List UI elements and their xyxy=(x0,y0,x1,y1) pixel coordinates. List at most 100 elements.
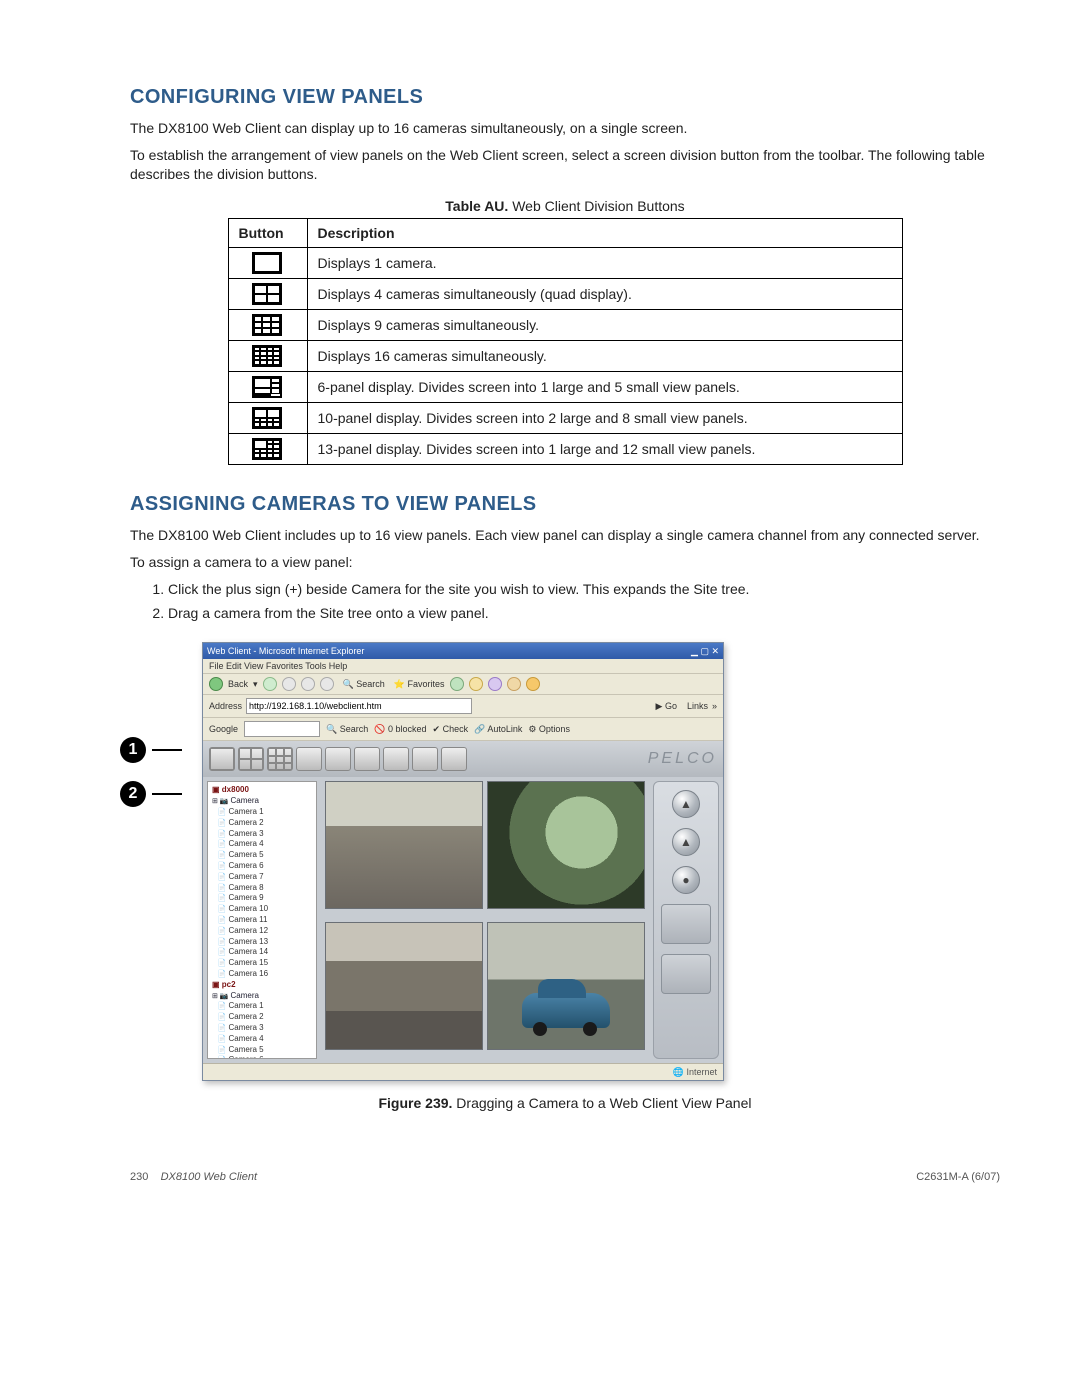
desc-cell: 6-panel display. Divides screen into 1 l… xyxy=(307,371,902,402)
tree-camera-item[interactable]: Camera 1 xyxy=(212,807,312,818)
tree-camera-item[interactable]: Camera 6 xyxy=(212,861,312,872)
desc-cell: Displays 16 cameras simultaneously. xyxy=(307,340,902,371)
google-input[interactable] xyxy=(244,721,320,737)
view-panel[interactable] xyxy=(487,922,645,1050)
tree-server[interactable]: ▣ dx8000 xyxy=(212,785,312,796)
footer-doc-id: C2631M-A (6/07) xyxy=(916,1171,1000,1183)
table-row: 6-panel display. Divides screen into 1 l… xyxy=(228,371,902,402)
view-btn-1[interactable] xyxy=(209,747,235,771)
tool-icon xyxy=(526,677,540,691)
pelco-logo: PELCO xyxy=(648,750,717,768)
ie-titlebar: Web Client - Microsoft Internet Explorer… xyxy=(203,643,723,659)
table-row: 13-panel display. Divides screen into 1 … xyxy=(228,433,902,464)
table-caption: Table AU. Web Client Division Buttons xyxy=(130,198,1000,214)
search-label: 🔍 Search xyxy=(343,679,385,690)
tree-camera-item[interactable]: Camera 4 xyxy=(212,839,312,850)
ptz-keypad[interactable] xyxy=(661,904,711,944)
view-panel[interactable] xyxy=(325,922,483,1050)
tree-camera-root[interactable]: Camera xyxy=(212,796,312,807)
gcheck-label: ✔ Check xyxy=(433,724,469,735)
ptz-control-panel: ▲ ▲ ● xyxy=(653,781,719,1059)
callout-line xyxy=(152,793,182,795)
callout-1: 1 xyxy=(120,737,182,763)
tree-camera-item[interactable]: Camera 5 xyxy=(212,850,312,861)
gblocked-label: 🚫 0 blocked xyxy=(374,724,426,735)
arrow-icon: ▾ xyxy=(253,679,258,690)
button-icon-13panel xyxy=(228,433,307,464)
button-icon-10panel xyxy=(228,402,307,433)
tree-camera-item[interactable]: Camera 4 xyxy=(212,1034,312,1045)
ie-addressbar: Address ▶ Go Links » xyxy=(203,694,723,717)
tree-camera-item[interactable]: Camera 12 xyxy=(212,926,312,937)
page-footer: 230 DX8100 Web Client C2631M-A (6/07) xyxy=(130,1171,1000,1183)
tree-camera-item[interactable]: Camera 15 xyxy=(212,958,312,969)
view-btn-16[interactable] xyxy=(296,747,322,771)
webclient-toolbar: PELCO xyxy=(203,741,723,777)
ie-statusbar: 🌐 Internet xyxy=(203,1063,723,1080)
view-btn-13[interactable] xyxy=(383,747,409,771)
desc-cell: Displays 1 camera. xyxy=(307,247,902,278)
ptz-knob[interactable]: ▲ xyxy=(672,790,700,818)
tree-camera-item[interactable]: Camera 2 xyxy=(212,1012,312,1023)
view-btn-4[interactable] xyxy=(238,747,264,771)
th-description: Description xyxy=(307,218,902,247)
view-panel[interactable] xyxy=(325,781,483,909)
address-label: Address xyxy=(209,701,242,711)
button-icon-4cam xyxy=(228,278,307,309)
tree-camera-item[interactable]: Camera 13 xyxy=(212,937,312,948)
view-btn-extra[interactable] xyxy=(441,747,467,771)
figure-callouts: 1 2 xyxy=(120,737,182,807)
section-heading-assigning: ASSIGNING CAMERAS TO VIEW PANELS xyxy=(130,493,1000,516)
view-btn-extra[interactable] xyxy=(412,747,438,771)
go-button: ▶ Go xyxy=(656,701,677,712)
goptions-label: ⚙ Options xyxy=(528,724,570,735)
view-panel-grid xyxy=(321,777,649,1063)
mail-icon xyxy=(469,677,483,691)
tree-camera-item[interactable]: Camera 3 xyxy=(212,829,312,840)
ie-toolbar: Back ▾ 🔍 Search ⭐ Favorites xyxy=(203,673,723,694)
view-btn-10[interactable] xyxy=(354,747,380,771)
ptz-knob[interactable]: ▲ xyxy=(672,828,700,856)
view-btn-9[interactable] xyxy=(267,747,293,771)
figure-wrap: 1 2 Web Client - Microsoft Internet Expl… xyxy=(120,642,1000,1081)
site-tree[interactable]: ▣ dx8000 Camera Camera 1 Camera 2 Camera… xyxy=(207,781,317,1059)
history-icon xyxy=(450,677,464,691)
table-row: Displays 16 cameras simultaneously. xyxy=(228,340,902,371)
tree-camera-item[interactable]: Camera 9 xyxy=(212,893,312,904)
google-label: Google xyxy=(209,724,238,734)
tree-camera-item[interactable]: Camera 11 xyxy=(212,915,312,926)
paragraph: To assign a camera to a view panel: xyxy=(130,553,1000,572)
webclient-main: ▣ dx8000 Camera Camera 1 Camera 2 Camera… xyxy=(203,777,723,1063)
steps-list: Click the plus sign (+) beside Camera fo… xyxy=(130,579,1000,624)
view-panel[interactable] xyxy=(487,781,645,909)
tree-camera-item[interactable]: Camera 6 xyxy=(212,1055,312,1059)
th-button: Button xyxy=(228,218,307,247)
tree-camera-item[interactable]: Camera 16 xyxy=(212,969,312,980)
tree-camera-item[interactable]: Camera 2 xyxy=(212,818,312,829)
figure-caption-text: Dragging a Camera to a Web Client View P… xyxy=(452,1095,751,1111)
button-icon-6panel xyxy=(228,371,307,402)
tree-camera-item[interactable]: Camera 3 xyxy=(212,1023,312,1034)
address-input[interactable] xyxy=(246,698,472,714)
ptz-knob[interactable]: ● xyxy=(672,866,700,894)
tree-camera-root[interactable]: Camera xyxy=(212,991,312,1002)
tree-camera-item[interactable]: Camera 8 xyxy=(212,883,312,894)
footer-page-number: 230 xyxy=(130,1171,148,1183)
button-icon-16cam xyxy=(228,340,307,371)
favorites-label: ⭐ Favorites xyxy=(394,679,445,690)
tree-camera-item[interactable]: Camera 5 xyxy=(212,1045,312,1056)
tree-server[interactable]: ▣ pc2 xyxy=(212,980,312,991)
paragraph: The DX8100 Web Client can display up to … xyxy=(130,119,1000,138)
status-zone: 🌐 Internet xyxy=(673,1067,717,1078)
tree-camera-item[interactable]: Camera 10 xyxy=(212,904,312,915)
step-item: Drag a camera from the Site tree onto a … xyxy=(168,603,1000,624)
figure-caption-bold: Figure 239. xyxy=(378,1095,452,1111)
tree-camera-item[interactable]: Camera 1 xyxy=(212,1001,312,1012)
tree-camera-item[interactable]: Camera 7 xyxy=(212,872,312,883)
forward-icon xyxy=(263,677,277,691)
refresh-icon xyxy=(301,677,315,691)
view-btn-6[interactable] xyxy=(325,747,351,771)
tree-camera-item[interactable]: Camera 14 xyxy=(212,947,312,958)
ptz-keypad[interactable] xyxy=(661,954,711,994)
gautolink-label: 🔗 AutoLink xyxy=(474,724,522,735)
